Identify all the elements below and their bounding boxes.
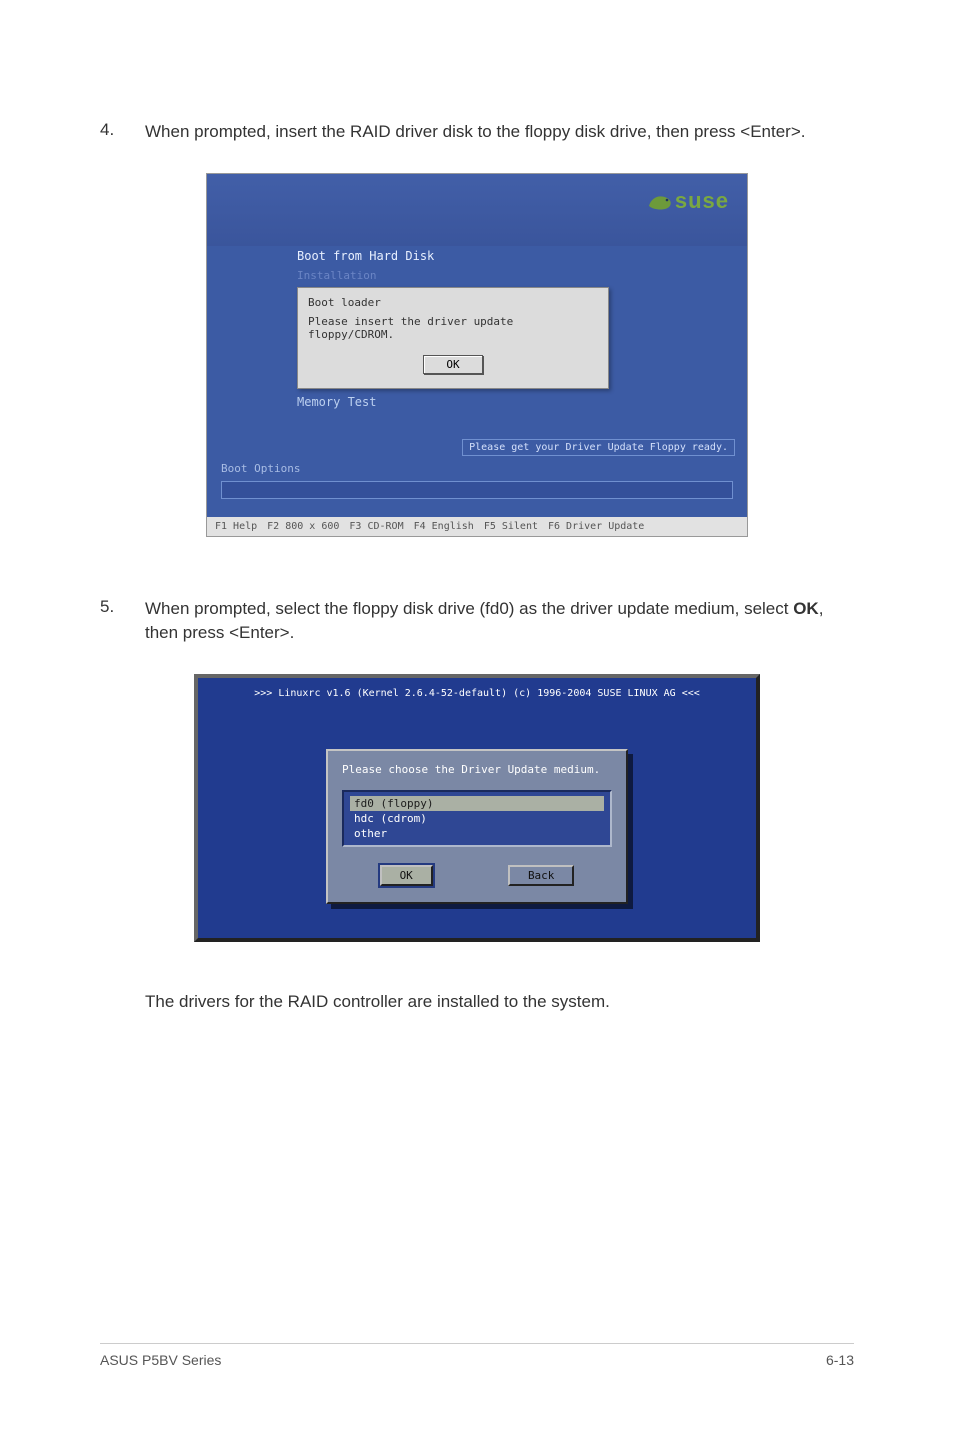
back-button[interactable]: Back bbox=[508, 865, 575, 886]
boot-options-input[interactable] bbox=[221, 481, 733, 499]
step-number: 5. bbox=[100, 597, 145, 646]
ok-bold: OK bbox=[793, 599, 819, 618]
driver-update-hint: Please get your Driver Update Floppy rea… bbox=[462, 439, 735, 456]
suse-chameleon-icon bbox=[647, 190, 673, 212]
medium-list: fd0 (floppy) hdc (cdrom) other bbox=[342, 790, 612, 847]
f2-resolution[interactable]: F2 800 x 600 bbox=[267, 521, 339, 532]
step-text: When prompted, insert the RAID driver di… bbox=[145, 120, 805, 145]
menu-memory-test[interactable]: Memory Test bbox=[297, 389, 657, 415]
f5-silent[interactable]: F5 Silent bbox=[484, 521, 538, 532]
step-text: When prompted, select the floppy disk dr… bbox=[145, 597, 854, 646]
footer-left: ASUS P5BV Series bbox=[100, 1352, 221, 1368]
step-number: 4. bbox=[100, 120, 145, 145]
f1-help[interactable]: F1 Help bbox=[215, 521, 257, 532]
fkey-bar: F1 Help F2 800 x 600 F3 CD-ROM F4 Englis… bbox=[207, 517, 747, 536]
dialog-buttons: OK Back bbox=[342, 865, 612, 886]
suse-logo: suse bbox=[647, 188, 729, 214]
bootloader-dialog: Boot loader Please insert the driver upd… bbox=[297, 287, 609, 389]
suse-header: suse bbox=[207, 174, 747, 246]
footer-right: 6-13 bbox=[826, 1352, 854, 1368]
page-footer: ASUS P5BV Series 6-13 bbox=[100, 1343, 854, 1368]
boot-options-label: Boot Options bbox=[207, 456, 747, 479]
linuxrc-title: >>> Linuxrc v1.6 (Kernel 2.6.4-52-defaul… bbox=[198, 678, 756, 749]
menu-installation[interactable]: Installation bbox=[297, 266, 657, 285]
ok-button[interactable]: OK bbox=[423, 355, 482, 374]
suse-menu: Boot from Hard Disk Installation Boot lo… bbox=[207, 246, 747, 456]
suse-boot-screen: suse Boot from Hard Disk Installation Bo… bbox=[206, 173, 748, 537]
linuxrc-screen: >>> Linuxrc v1.6 (Kernel 2.6.4-52-defaul… bbox=[194, 674, 760, 942]
driver-update-dialog: Please choose the Driver Update medium. … bbox=[326, 749, 628, 904]
closing-text: The drivers for the RAID controller are … bbox=[145, 992, 854, 1012]
step-4: 4. When prompted, insert the RAID driver… bbox=[100, 120, 854, 145]
ok-button[interactable]: OK bbox=[380, 865, 433, 886]
step-5: 5. When prompted, select the floppy disk… bbox=[100, 597, 854, 646]
dialog-message: Please choose the Driver Update medium. bbox=[342, 763, 612, 776]
f3-cdrom[interactable]: F3 CD-ROM bbox=[349, 521, 403, 532]
list-item-hdc[interactable]: hdc (cdrom) bbox=[350, 811, 604, 826]
f6-driver-update[interactable]: F6 Driver Update bbox=[548, 521, 644, 532]
f4-language[interactable]: F4 English bbox=[414, 521, 474, 532]
dialog-title: Boot loader bbox=[308, 296, 598, 309]
list-item-other[interactable]: other bbox=[350, 826, 604, 841]
dialog-message: Please insert the driver update floppy/C… bbox=[308, 315, 598, 341]
menu-boot-hd[interactable]: Boot from Hard Disk bbox=[297, 246, 657, 266]
list-item-fd0[interactable]: fd0 (floppy) bbox=[350, 796, 604, 811]
suse-logo-text: suse bbox=[675, 188, 729, 214]
